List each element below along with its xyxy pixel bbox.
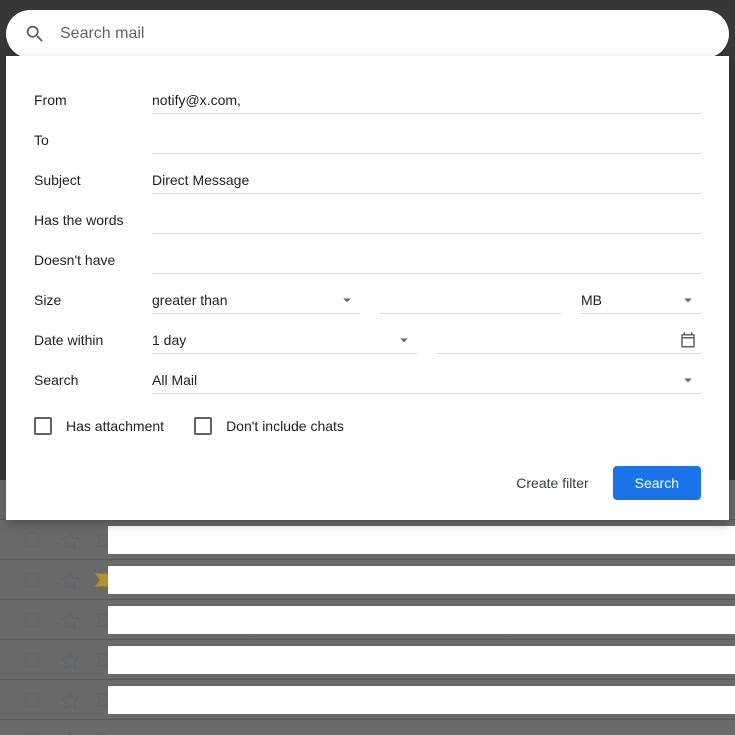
date-within-label: Date within [34,332,152,348]
to-label: To [34,132,152,148]
has-attachment-checkbox[interactable]: Has attachment [34,417,164,435]
no-chats-label: Don't include chats [226,418,344,434]
to-input[interactable] [152,126,701,154]
select-checkbox[interactable] [22,570,42,590]
mail-row[interactable] [0,520,735,560]
has-words-input[interactable] [152,206,701,234]
create-filter-button[interactable]: Create filter [516,475,588,491]
select-checkbox[interactable] [22,610,42,630]
star-icon[interactable] [60,570,80,590]
size-unit-value: MB [581,292,602,308]
advanced-search-panel: From To Subject Has the words Doesn't ha… [6,56,729,520]
mail-row[interactable] [0,560,735,600]
select-checkbox[interactable] [22,690,42,710]
search-bar[interactable] [6,10,729,58]
doesnt-have-input[interactable] [152,246,701,274]
checkbox-icon [194,417,212,435]
row-overlay [108,606,735,634]
size-quantity-input[interactable] [380,286,561,314]
size-operator-select[interactable]: greater than [152,286,360,314]
calendar-icon [679,331,697,349]
select-checkbox[interactable] [22,650,42,670]
from-label: From [34,92,152,108]
select-checkbox[interactable] [22,530,42,550]
size-label: Size [34,292,152,308]
row-overlay [108,646,735,674]
has-attachment-label: Has attachment [66,418,164,434]
doesnt-have-label: Doesn't have [34,252,152,268]
mail-row[interactable] [0,640,735,680]
subject-input[interactable] [152,166,701,194]
row-overlay [108,566,735,594]
subject: New login to X from 10.514 on Android [310,732,566,735]
mail-row[interactable] [0,600,735,640]
date-input[interactable] [437,326,702,354]
sender: X [132,732,310,735]
search-in-select[interactable]: All Mail [152,366,701,394]
row-overlay [108,526,735,554]
star-icon[interactable] [60,730,80,735]
important-icon[interactable] [94,730,114,735]
dropdown-arrow-icon [395,331,413,349]
star-icon[interactable] [60,690,80,710]
has-words-label: Has the words [34,212,152,228]
mail-row[interactable]: XNew login to X from 10.514 on Android -… [0,720,735,735]
star-icon[interactable] [60,650,80,670]
size-operator-value: greater than [152,292,228,308]
subject-label: Subject [34,172,152,188]
date-within-value: 1 day [152,332,186,348]
search-in-value: All Mail [152,372,197,388]
date-within-select[interactable]: 1 day [152,326,417,354]
dropdown-arrow-icon [338,291,356,309]
search-in-label: Search [34,372,152,388]
search-button[interactable]: Search [613,466,701,500]
select-checkbox[interactable] [22,730,42,735]
search-input[interactable] [60,25,711,43]
mail-row[interactable] [0,680,735,720]
dropdown-arrow-icon [679,371,697,389]
star-icon[interactable] [60,610,80,630]
search-icon [24,23,46,45]
row-overlay [108,686,735,714]
size-unit-select[interactable]: MB [581,286,701,314]
checkbox-icon [34,417,52,435]
from-input[interactable] [152,86,701,114]
snippet: - We noticed a login to yo [572,732,730,735]
no-chats-checkbox[interactable]: Don't include chats [194,417,344,435]
dropdown-arrow-icon [679,291,697,309]
star-icon[interactable] [60,530,80,550]
